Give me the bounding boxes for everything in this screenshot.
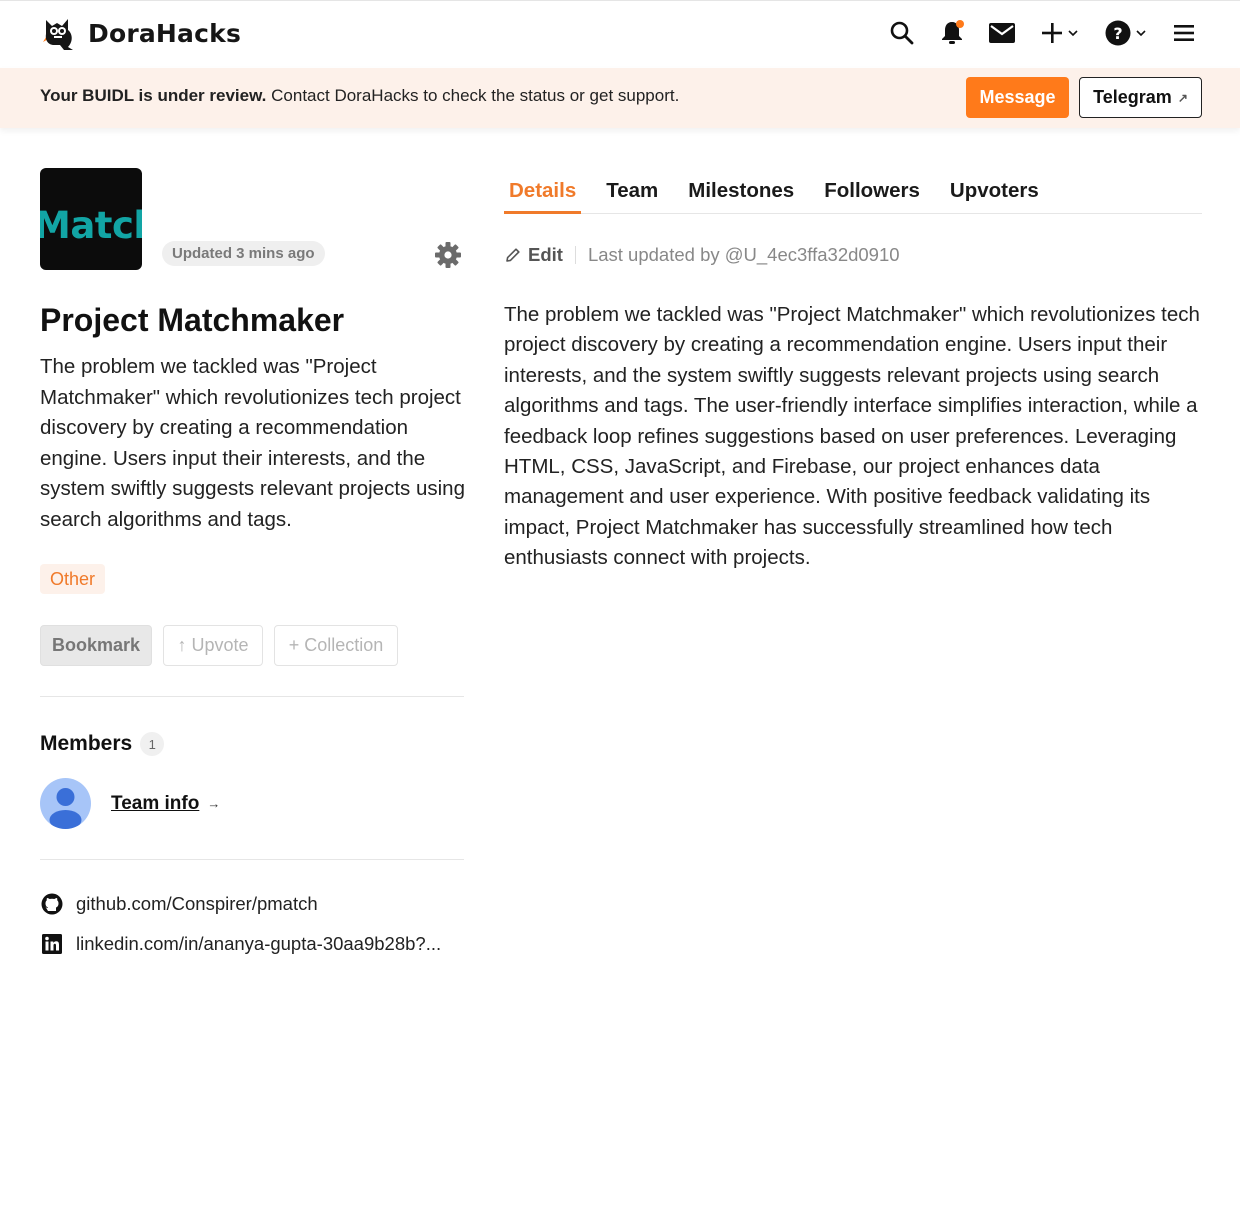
tab-details[interactable]: Details — [504, 168, 582, 214]
tab-milestones[interactable]: Milestones — [683, 168, 799, 214]
banner-message: Your BUIDL is under review. Contact Dora… — [40, 86, 679, 106]
edit-button[interactable]: Edit — [528, 244, 563, 266]
header-actions: ? — [886, 15, 1200, 51]
project-thumbnail: Match — [40, 168, 142, 270]
gear-icon[interactable] — [434, 241, 462, 269]
banner-bold-text: Your BUIDL is under review. — [40, 86, 267, 105]
project-title: Project Matchmaker — [40, 302, 345, 338]
upvote-button[interactable]: ↑ Upvote — [163, 625, 263, 666]
user-avatar-icon — [49, 788, 82, 829]
help-icon: ? — [1105, 20, 1131, 46]
plus-icon — [1042, 23, 1062, 43]
members-title: Members — [40, 732, 133, 755]
project-summary: The problem we tackled was "Project Matc… — [40, 355, 465, 531]
avatar — [40, 778, 91, 829]
chevron-down-icon — [1136, 30, 1146, 37]
github-icon — [41, 893, 63, 915]
tab-followers[interactable]: Followers — [819, 168, 925, 214]
divider — [40, 859, 464, 860]
add-collection-button[interactable]: + Collection — [274, 625, 398, 666]
project-actions: Bookmark ↑ Upvote + Collection — [40, 625, 409, 666]
linkedin-link-text: linkedin.com/in/ananya-gupta-30aa9b28b?.… — [76, 933, 442, 954]
members-count-badge: 1 — [140, 732, 165, 756]
create-menu-button[interactable] — [1036, 17, 1084, 49]
github-link-text: github.com/Conspirer/pmatch — [76, 893, 318, 914]
brand-name: DoraHacks — [88, 18, 242, 48]
separator — [574, 246, 576, 264]
bookmark-button[interactable]: Bookmark — [40, 625, 152, 666]
banner-text: Contact DoraHacks to check the status or… — [266, 86, 680, 105]
thumbnail-text: Match — [40, 204, 142, 247]
member-row: Team info → — [40, 778, 220, 829]
notification-dot — [956, 20, 964, 28]
review-status-banner: Your BUIDL is under review. Contact Dora… — [0, 68, 1240, 128]
dorahacks-logo-icon — [43, 19, 73, 50]
telegram-label: Telegram — [1093, 87, 1172, 107]
project-details-text: The problem we tackled was "Project Matc… — [504, 303, 1200, 570]
tab-upvoters[interactable]: Upvoters — [945, 168, 1044, 214]
divider — [40, 696, 464, 697]
tab-team[interactable]: Team — [601, 168, 663, 214]
svg-text:?: ? — [1113, 24, 1122, 43]
top-navigation-bar: DoraHacks ? — [0, 0, 1240, 68]
external-link-icon: ↗ — [1177, 90, 1188, 105]
edit-row: Edit Last updated by @U_4ec3ffa32d0910 — [504, 244, 900, 266]
github-link[interactable]: github.com/Conspirer/pmatch — [40, 892, 318, 916]
hamburger-menu-icon[interactable] — [1168, 17, 1200, 49]
members-header: Members 1 — [40, 732, 165, 756]
mail-icon[interactable] — [986, 17, 1018, 49]
linkedin-link[interactable]: linkedin.com/in/ananya-gupta-30aa9b28b?.… — [40, 932, 441, 956]
updated-badge: Updated 3 mins ago — [162, 241, 325, 266]
brand-home-link[interactable]: DoraHacks — [40, 13, 241, 53]
help-menu-button[interactable]: ? — [1102, 17, 1150, 49]
arrow-right-icon: → — [207, 796, 221, 811]
notification-bell-icon[interactable] — [936, 17, 968, 49]
chevron-down-icon — [1068, 30, 1078, 37]
telegram-button[interactable]: Telegram ↗ — [1079, 77, 1202, 118]
last-updated-text: Last updated by @U_4ec3ffa32d0910 — [587, 244, 900, 265]
message-button[interactable]: Message — [966, 77, 1069, 118]
category-tag[interactable]: Other — [40, 564, 106, 594]
project-tabs: Details Team Milestones Followers Upvote… — [504, 168, 1202, 214]
search-icon[interactable] — [886, 17, 918, 49]
linkedin-icon — [42, 934, 62, 954]
team-info-link[interactable]: Team info — [111, 793, 199, 815]
pencil-icon — [506, 248, 520, 262]
